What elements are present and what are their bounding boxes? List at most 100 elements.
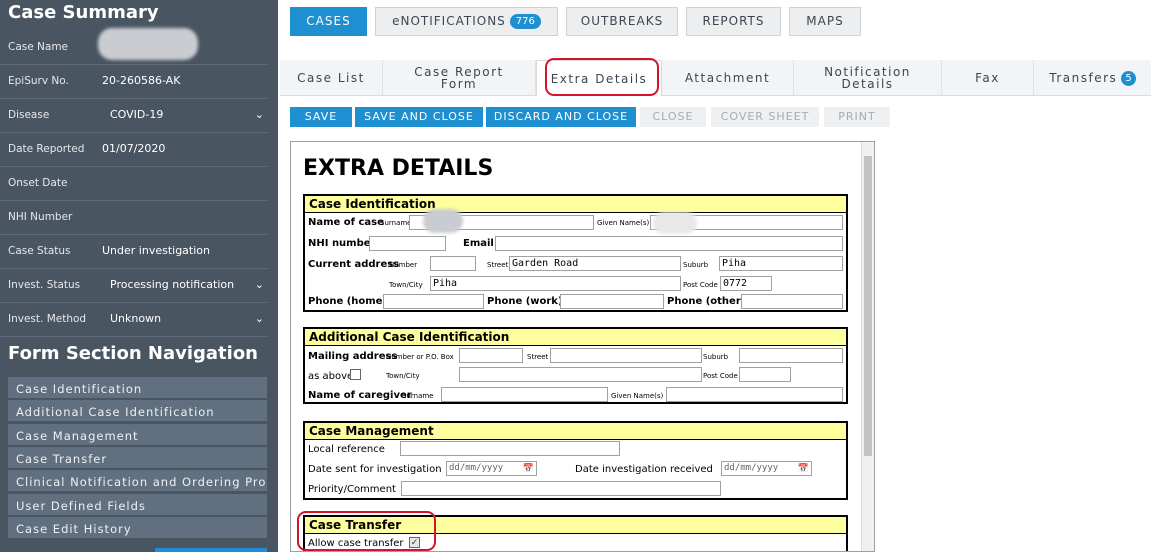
mailing-number-input[interactable] (459, 348, 523, 363)
email-label: Email (463, 238, 494, 249)
current-address-label: Current address (308, 259, 400, 270)
email-input[interactable] (495, 236, 843, 251)
invest-status-select[interactable]: Invest. Status Processing notification ⌄ (0, 269, 268, 303)
mailing-town-label: Town/City (386, 372, 420, 380)
nav-cases-button[interactable]: CASES (290, 7, 367, 36)
phone-home-input[interactable] (383, 294, 484, 309)
mailing-town-input[interactable] (459, 367, 702, 382)
date-received-input[interactable]: dd/mm/yyyy 📅 (721, 461, 812, 476)
nav-enotifications-button[interactable]: eNOTIFICATIONS 776 (375, 7, 558, 36)
name-of-case-label: Name of case (308, 217, 384, 228)
redacted-given-names (653, 212, 697, 234)
highlight-extra-details-tab (545, 58, 659, 96)
case-tabs: Case List Case Report Form Extra Details… (280, 60, 1151, 96)
tab-notification-details[interactable]: Notification Details (794, 60, 942, 96)
case-summary-title: Case Summary (8, 2, 159, 23)
given-names-label: Given Name(s) (597, 219, 650, 227)
mailing-post-code-input[interactable] (739, 367, 791, 382)
nav-reports-button[interactable]: REPORTS (686, 7, 781, 36)
nhi-number-label: NHI number (308, 238, 376, 249)
extra-details-form: EXTRA DETAILS Case Identification Name o… (290, 141, 875, 552)
sidebar-row-episurv: EpiSurv No. 20-260586-AK (0, 65, 268, 99)
chevron-down-icon: ⌄ (254, 109, 264, 121)
tab-case-report-form[interactable]: Case Report Form (383, 60, 536, 96)
tab-fax[interactable]: Fax (942, 60, 1034, 96)
phone-other-input[interactable] (741, 294, 843, 309)
invest-method-value: Unknown (110, 312, 162, 325)
sidebar-row-case-name: Case Name (0, 28, 268, 65)
mailing-address-label: Mailing address (308, 351, 398, 362)
date-received-placeholder: dd/mm/yyyy (724, 463, 779, 473)
mailing-street-input[interactable] (550, 348, 702, 363)
number-input[interactable] (430, 256, 476, 271)
invest-method-select[interactable]: Invest. Method Unknown ⌄ (0, 303, 268, 337)
form-scrollbar[interactable] (861, 142, 874, 551)
onset-date-field[interactable]: Onset Date (0, 167, 268, 201)
form-title: EXTRA DETAILS (303, 156, 494, 181)
disease-select[interactable]: Disease COVID-19 ⌄ (0, 99, 268, 133)
phone-work-input[interactable] (560, 294, 664, 309)
redacted-case-name (98, 28, 198, 60)
town-city-input[interactable]: Piha (430, 276, 681, 291)
case-management-section: Case Management Local reference Date sen… (303, 421, 848, 500)
caregiver-given-names-input[interactable] (666, 387, 843, 402)
date-sent-placeholder: dd/mm/yyyy (449, 463, 504, 473)
town-city-label: Town/City (389, 281, 423, 289)
suburb-label: Suburb (683, 261, 709, 269)
date-sent-input[interactable]: dd/mm/yyyy 📅 (446, 461, 537, 476)
caregiver-surname-input[interactable] (441, 387, 608, 402)
additional-case-identification-section: Additional Case Identification Mailing a… (303, 327, 848, 404)
date-received-label: Date investigation received (575, 464, 713, 475)
mailing-post-code-label: Post Code (703, 372, 738, 380)
section-heading: Case Management (305, 423, 846, 440)
nav-case-identification[interactable]: Case Identification (8, 377, 267, 399)
tab-case-list[interactable]: Case List (280, 60, 383, 96)
local-reference-label: Local reference (308, 444, 385, 455)
nhi-number-field[interactable]: NHI Number (0, 201, 268, 235)
nhi-number-input[interactable] (369, 236, 446, 251)
nav-maps-button[interactable]: MAPS (789, 7, 861, 36)
post-code-input[interactable]: 0772 (720, 276, 772, 291)
calendar-icon[interactable]: 📅 (798, 463, 809, 476)
enotifications-label: eNOTIFICATIONS (392, 14, 506, 28)
case-summary-sidebar: Case Summary Case Name EpiSurv No. 20-26… (0, 0, 278, 552)
scrollbar-thumb[interactable] (864, 156, 872, 456)
print-button[interactable]: PRINT (824, 107, 890, 127)
invest-method-label: Invest. Method (8, 313, 87, 325)
street-label: Street (487, 261, 509, 269)
nav-case-edit-history[interactable]: Case Edit History (8, 517, 267, 539)
calendar-icon[interactable]: 📅 (523, 463, 534, 476)
case-identification-section: Case Identification Name of case Surname… (303, 194, 848, 312)
save-and-close-button[interactable]: SAVE AND CLOSE (355, 107, 483, 127)
mailing-suburb-input[interactable] (739, 348, 843, 363)
sidebar-row-case-status: Case Status Under investigation (0, 235, 268, 269)
nav-user-defined-fields[interactable]: User Defined Fields (8, 494, 267, 516)
nav-outbreaks-button[interactable]: OUTBREAKS (566, 7, 678, 36)
nav-additional-case-identification[interactable]: Additional Case Identification (8, 400, 267, 422)
date-reported-field[interactable]: Date Reported 01/07/2020 (0, 133, 268, 167)
as-above-label: as above (308, 371, 354, 382)
tab-attachment[interactable]: Attachment (662, 60, 794, 96)
case-status-value: Under investigation (102, 244, 210, 257)
nav-clinical-notification[interactable]: Clinical Notification and Ordering Pro..… (8, 470, 267, 492)
street-input[interactable]: Garden Road (509, 256, 681, 271)
local-reference-input[interactable] (400, 441, 620, 456)
suburb-input[interactable]: Piha (719, 256, 843, 271)
phone-other-label: Phone (other) (667, 296, 746, 307)
section-heading: Additional Case Identification (305, 329, 846, 346)
nav-case-transfer[interactable]: Case Transfer (8, 447, 267, 469)
tab-transfers[interactable]: Transfers 5 (1034, 60, 1151, 96)
as-above-checkbox[interactable] (350, 369, 361, 380)
chevron-down-icon: ⌄ (254, 313, 264, 325)
cover-sheet-button[interactable]: COVER SHEET (711, 107, 819, 127)
enotifications-count-badge: 776 (509, 14, 541, 29)
nav-case-management[interactable]: Case Management (8, 424, 267, 446)
case-name-label: Case Name (8, 41, 69, 53)
discard-and-close-button[interactable]: DISCARD AND CLOSE (486, 107, 636, 127)
save-button[interactable]: SAVE (290, 107, 352, 127)
priority-comment-input[interactable] (401, 481, 721, 496)
caregiver-given-names-label: Given Name(s) (611, 392, 664, 400)
case-status-label: Case Status (8, 245, 71, 257)
close-button[interactable]: CLOSE (640, 107, 706, 127)
phone-home-label: Phone (home) (308, 296, 388, 307)
